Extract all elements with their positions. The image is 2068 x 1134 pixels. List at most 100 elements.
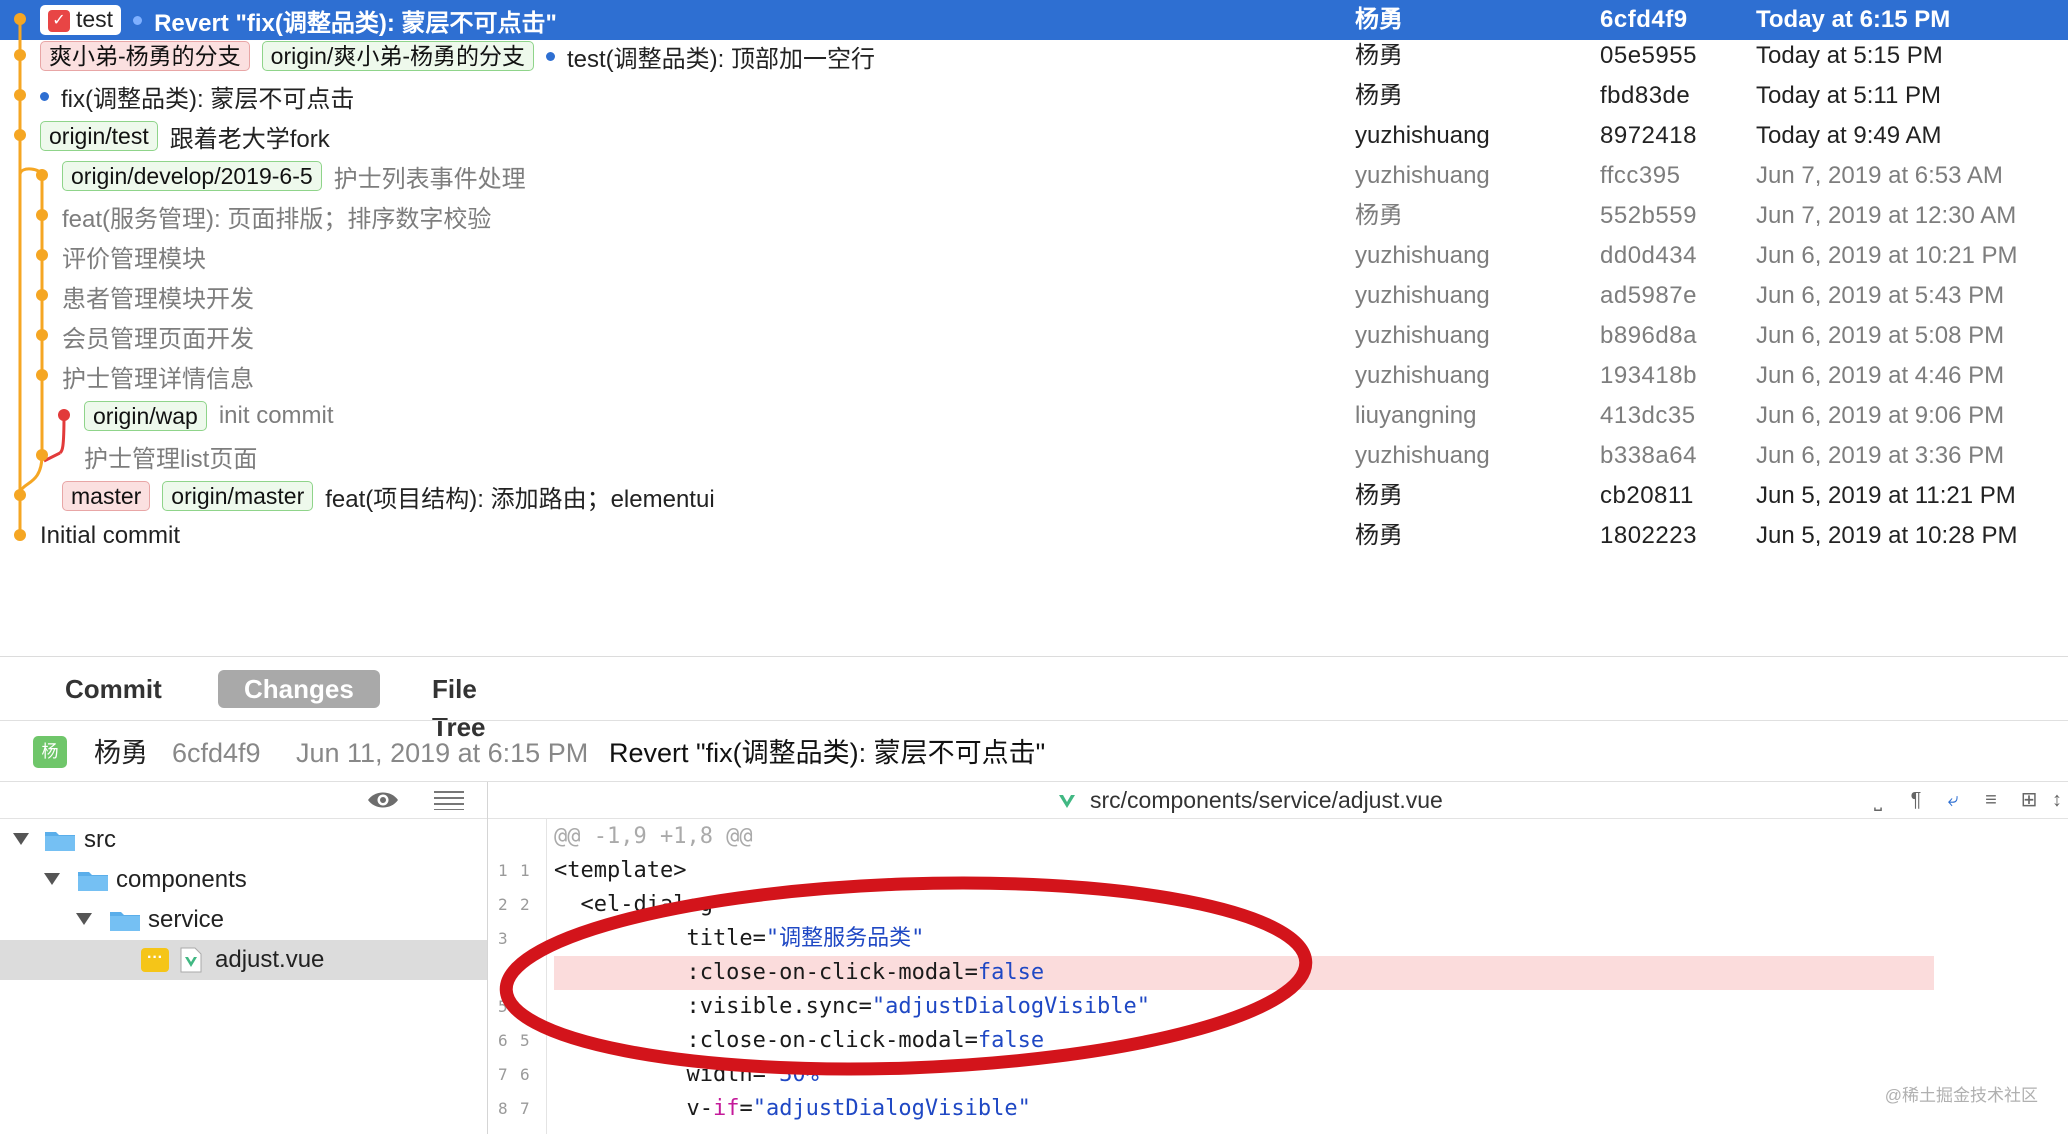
branch-tag-label: origin/master <box>171 483 305 509</box>
commit-row[interactable]: ✓ test Revert "fix(调整品类): 蒙层不可点击" 杨勇 6cfd4f9… <box>0 0 2068 40</box>
commit-row[interactable]: origin/wap init commit liuyangning 413dc35 J… <box>0 396 2068 436</box>
commit-node[interactable] <box>14 489 26 501</box>
commit-row[interactable]: origin/develop/2019-6-5 护士列表事件处理 yuzhishua… <box>0 156 2068 196</box>
tree-folder-src[interactable]: src <box>0 820 487 860</box>
vue-file-icon <box>180 947 202 973</box>
commit-node[interactable] <box>14 49 26 61</box>
commit-date: Jun 11, 2019 at 6:15 PM <box>296 738 589 768</box>
branch-tag-label: test <box>76 6 114 32</box>
code-token: :visible.sync= <box>554 994 872 1019</box>
commit-node[interactable] <box>36 449 48 461</box>
code-text: <el-dialog <box>554 888 712 922</box>
folder-icon <box>110 912 140 931</box>
commit-author: yuzhishuang <box>1355 322 1490 349</box>
tree-file-adjust-vue[interactable]: ··· adjust.vue <box>0 940 487 980</box>
commit-row[interactable]: 护士管理list页面 yuzhishuang b338a64 Jun 6, 2019 … <box>0 436 2068 476</box>
commit-node[interactable] <box>14 13 26 25</box>
commit-node[interactable] <box>14 89 26 101</box>
disclosure-triangle-icon[interactable] <box>13 833 29 845</box>
expand-icon[interactable]: ↕ <box>2048 786 2066 814</box>
folder-icon <box>45 832 75 851</box>
commit-row[interactable]: 评价管理模块 yuzhishuang dd0d434 Jun 6, 2019 at 1… <box>0 236 2068 276</box>
code-token: <template> <box>554 858 687 883</box>
commit-hash[interactable]: 6cfd4f9 <box>172 725 261 781</box>
commit-hash: 6cfd4f9 <box>1600 6 1688 33</box>
eye-icon[interactable] <box>366 789 400 811</box>
tab-changes[interactable]: Changes <box>218 670 380 708</box>
branch-tag[interactable]: origin/爽小弟-杨勇的分支 <box>261 41 534 71</box>
diff-toolbar: src/components/service/adjust.vue ⎵ ¶ ⤶ … <box>488 782 2068 819</box>
commit-row[interactable]: origin/test 跟着老大学fork yuzhishuang 8972418 To… <box>0 116 2068 156</box>
commit-node[interactable] <box>36 289 48 301</box>
commit-node[interactable] <box>36 369 48 381</box>
commit-author: 杨勇 <box>1355 482 1403 509</box>
diff-options-icon[interactable]: ≡ <box>1978 786 2004 814</box>
diff-line: 87 v-if="adjustDialogVisible" <box>488 1092 2068 1126</box>
commit-hash: fbd83de <box>1600 82 1691 109</box>
diff-line: 76 width="30%" <box>488 1058 2068 1092</box>
tab-file-tree[interactable]: File Tree <box>432 670 486 742</box>
commit-row[interactable]: 会员管理页面开发 yuzhishuang b896d8a Jun 6, 2019 at… <box>0 316 2068 356</box>
graph-merge-curve <box>18 454 44 496</box>
commit-node[interactable] <box>14 129 26 141</box>
disclosure-triangle-icon[interactable] <box>44 873 60 885</box>
commit-row[interactable]: 爽小弟-杨勇的分支 origin/爽小弟-杨勇的分支 test(调整品类): 顶部加… <box>0 36 2068 76</box>
code-token: if <box>712 1096 740 1121</box>
whitespace-icon[interactable]: ⎵ <box>1866 786 1890 814</box>
code-text: :close-on-click-modal=false <box>554 1024 1044 1058</box>
commit-node[interactable] <box>14 529 26 541</box>
branch-tag-label: origin/wap <box>93 403 198 429</box>
branch-tag[interactable]: origin/wap <box>84 401 207 431</box>
commit-row[interactable]: feat(服务管理): 页面排版；排序数字校验 杨勇 552b559 Jun 7, 2… <box>0 196 2068 236</box>
branch-tag[interactable]: origin/master <box>162 481 314 511</box>
commit-node[interactable] <box>36 249 48 261</box>
commit-header: 杨 杨勇 6cfd4f9 Jun 11, 2019 at 6:15 PM Rev… <box>0 725 2068 781</box>
tree-label-components: components <box>116 866 247 893</box>
commit-row[interactable]: fix(调整品类): 蒙层不可点击 杨勇 fbd83de Today at 5:11 … <box>0 76 2068 116</box>
old-line-number: 8 <box>498 1099 508 1118</box>
new-line-number: 6 <box>520 1065 530 1084</box>
commit-row[interactable]: 患者管理模块开发 yuzhishuang ad5987e Jun 6, 2019 at… <box>0 276 2068 316</box>
commit-node[interactable] <box>36 169 48 181</box>
commit-row[interactable]: 护士管理详情信息 yuzhishuang 193418b Jun 6, 2019 at… <box>0 356 2068 396</box>
commit-subject: 护士管理list页面 <box>84 445 258 473</box>
commit-author: yuzhishuang <box>1355 442 1490 469</box>
diff-pane: src/components/service/adjust.vue ⎵ ¶ ⤶ … <box>488 782 2068 1134</box>
commit-row[interactable]: Initial commit 杨勇 1802223 Jun 5, 2019 at 10… <box>0 516 2068 556</box>
tree-folder-components[interactable]: components <box>0 860 487 900</box>
tab-commit[interactable]: Commit <box>65 670 162 708</box>
commit-subject: init commit <box>218 402 334 429</box>
expand-lines-icon[interactable]: ⊞ <box>2016 786 2042 814</box>
commit-subject: 护士管理详情信息 <box>62 365 254 393</box>
commit-subject: 会员管理页面开发 <box>62 325 254 353</box>
commit-row[interactable]: master origin/master feat(项目结构): 添加路由；elem… <box>0 476 2068 516</box>
wrap-lines-icon[interactable]: ⤶ <box>1940 786 1966 814</box>
commit-hash: ffcc395 <box>1600 162 1681 189</box>
tree-folder-service[interactable]: service <box>0 900 487 940</box>
pilcrow-icon[interactable]: ¶ <box>1904 786 1928 814</box>
commit-author: 杨勇 <box>1355 82 1403 109</box>
commit-date: Jun 6, 2019 at 3:36 PM <box>1756 442 2005 469</box>
commit-author: yuzhishuang <box>1355 282 1490 309</box>
commit-node[interactable] <box>36 329 48 341</box>
list-view-icon[interactable] <box>434 790 464 810</box>
commit-author: yuzhishuang <box>1355 162 1490 189</box>
commit-author: liuyangning <box>1355 402 1477 429</box>
code-text: width="30%" <box>554 1058 832 1092</box>
folder-icon <box>78 872 108 891</box>
commit-node[interactable] <box>58 409 70 421</box>
code-token: = <box>739 1096 753 1121</box>
hunk-header-row: @@ -1,9 +1,8 @@ <box>488 820 2068 854</box>
commit-node[interactable] <box>36 209 48 221</box>
new-line-number: 5 <box>520 1031 530 1050</box>
commit-subject-cell: ✓ test Revert "fix(调整品类): 蒙层不可点击" <box>40 0 557 40</box>
commit-author: 杨勇 <box>94 738 148 768</box>
commit-hash: 552b559 <box>1600 202 1697 229</box>
branch-tag[interactable]: origin/develop/2019-6-5 <box>62 161 322 191</box>
code-token: :close-on-click-modal= <box>554 960 978 985</box>
branch-tag-label: origin/develop/2019-6-5 <box>71 163 313 189</box>
commit-date: Jun 7, 2019 at 6:53 AM <box>1756 162 2003 189</box>
commit-subject-cell: 护士管理list页面 <box>84 436 257 476</box>
disclosure-triangle-icon[interactable] <box>76 913 92 925</box>
diff-line: 3 title="调整服务品类" <box>488 922 2068 956</box>
